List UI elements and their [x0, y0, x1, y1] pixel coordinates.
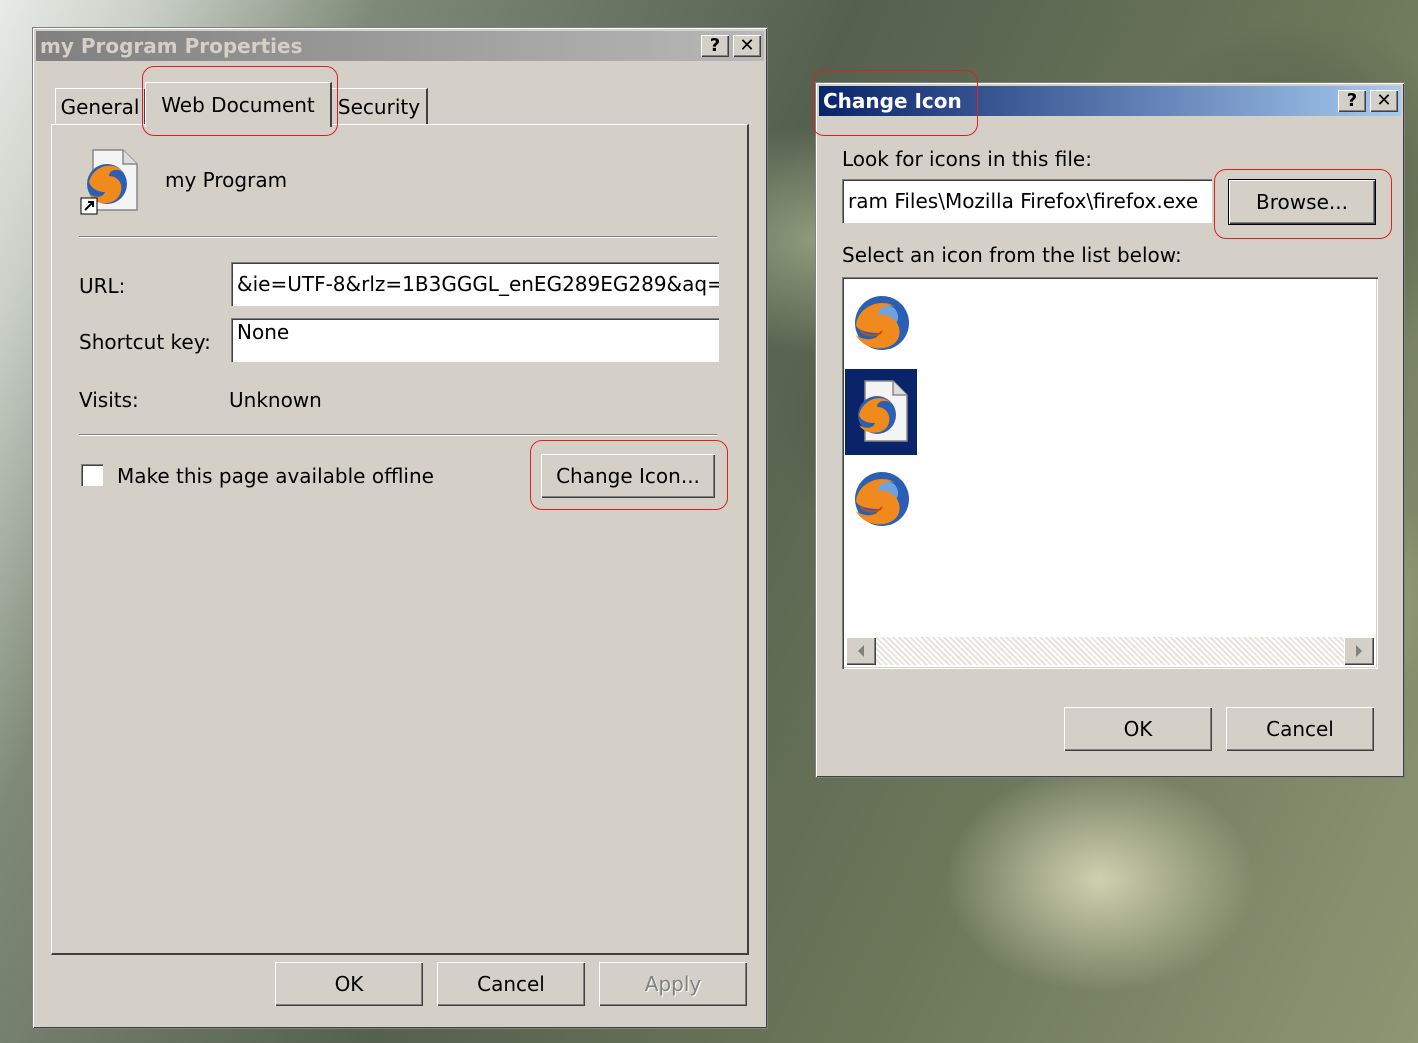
offline-label[interactable]: Make this page available offline: [117, 464, 434, 488]
tab-general[interactable]: General: [55, 88, 146, 125]
firefox-shortcut-icon: [80, 149, 138, 215]
ok-button[interactable]: OK: [275, 962, 423, 1006]
chevron-left-icon: [858, 645, 864, 657]
close-button[interactable]: ✕: [733, 35, 761, 57]
shortcut-key-label: Shortcut key:: [79, 330, 211, 354]
ok-button[interactable]: OK: [1064, 707, 1212, 751]
visits-value: Unknown: [229, 388, 322, 412]
separator-bottom: [79, 434, 717, 436]
selected-icon-highlight[interactable]: [845, 369, 917, 455]
firefox-icon[interactable]: [850, 467, 914, 531]
url-label: URL:: [79, 274, 126, 298]
help-button[interactable]: ?: [701, 35, 729, 57]
scroll-left-button[interactable]: [846, 637, 876, 665]
visits-label: Visits:: [79, 388, 139, 412]
tab-security[interactable]: Security: [331, 88, 428, 125]
close-button[interactable]: ✕: [1370, 90, 1398, 112]
browse-button[interactable]: Browse...: [1228, 179, 1376, 225]
cancel-button[interactable]: Cancel: [1226, 707, 1374, 751]
icon-list[interactable]: [842, 277, 1378, 669]
shortcut-name: my Program: [165, 168, 288, 192]
firefox-icon[interactable]: [850, 291, 914, 355]
firefox-document-icon[interactable]: [849, 377, 913, 447]
properties-dialog: my Program Properties ? ✕ General Web Do…: [32, 27, 768, 1029]
file-path-field[interactable]: ram Files\Mozilla Firefox\firefox.exe: [842, 179, 1212, 223]
help-button[interactable]: ?: [1338, 90, 1366, 112]
properties-titlebar[interactable]: my Program Properties ? ✕: [36, 31, 764, 61]
apply-button[interactable]: Apply: [599, 962, 747, 1006]
properties-title: my Program Properties: [40, 34, 303, 58]
change-icon-titlebar[interactable]: Change Icon ? ✕: [819, 86, 1401, 116]
select-icon-label: Select an icon from the list below:: [842, 243, 1182, 267]
tab-web-document[interactable]: Web Document: [145, 82, 332, 127]
chevron-right-icon: [1356, 645, 1362, 657]
offline-checkbox[interactable]: [81, 464, 103, 486]
horizontal-scrollbar[interactable]: [846, 637, 1374, 665]
url-field[interactable]: &ie=UTF-8&rlz=1B3GGGL_enEG289EG289&aq=t: [231, 262, 719, 306]
change-icon-title: Change Icon: [823, 89, 962, 113]
change-icon-button[interactable]: Change Icon...: [541, 454, 715, 498]
cancel-button[interactable]: Cancel: [437, 962, 585, 1006]
separator-top: [79, 236, 717, 238]
scroll-right-button[interactable]: [1344, 637, 1374, 665]
tab-page: [51, 124, 749, 955]
change-icon-dialog: Change Icon ? ✕ Look for icons in this f…: [815, 82, 1405, 778]
shortcut-key-field[interactable]: None: [231, 318, 719, 362]
look-for-label: Look for icons in this file:: [842, 147, 1092, 171]
